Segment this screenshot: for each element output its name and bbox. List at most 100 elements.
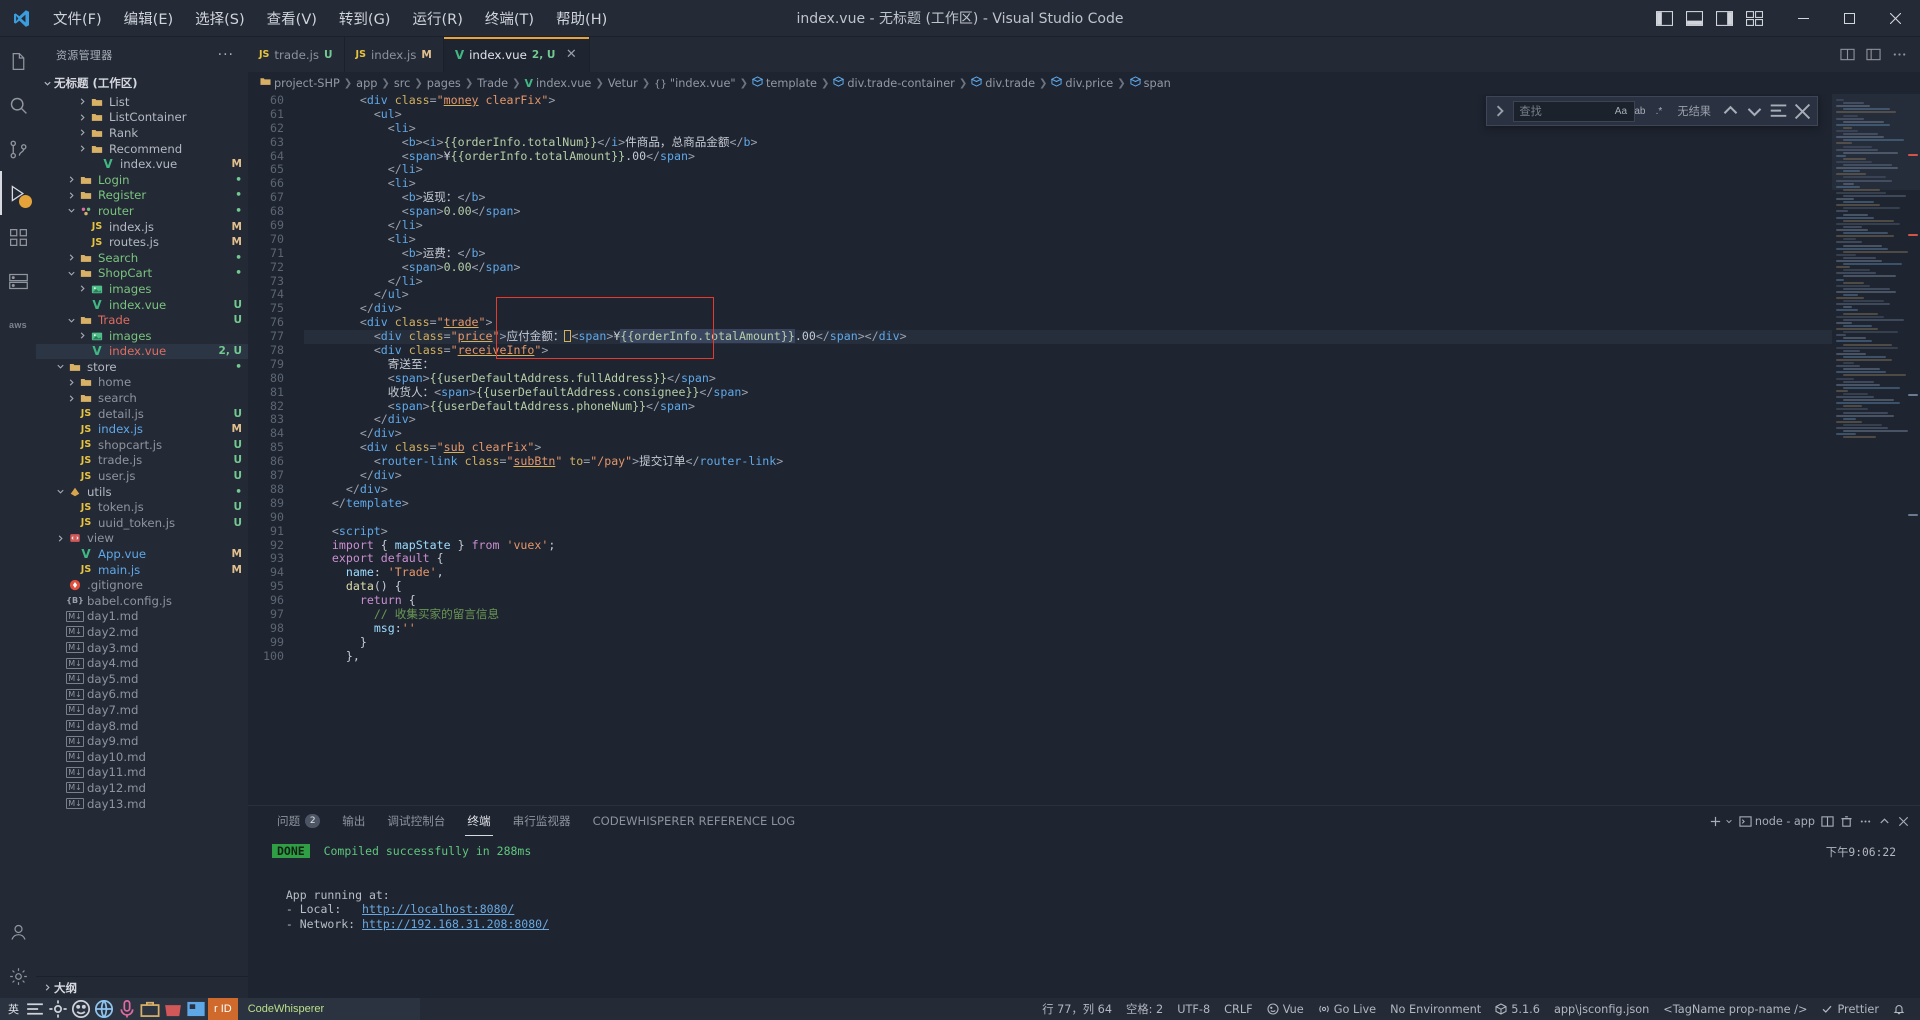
panel-tab-debug-console[interactable]: 调试控制台 <box>376 806 456 836</box>
code-line[interactable] <box>304 511 1832 525</box>
code-line[interactable]: </div> <box>304 482 1832 497</box>
chevron-right-icon[interactable] <box>64 191 78 200</box>
close-icon[interactable]: ✕ <box>564 47 578 62</box>
close-panel-icon[interactable] <box>1897 815 1910 828</box>
chevron-down-icon[interactable] <box>64 269 78 278</box>
explorer-more-icon[interactable]: ··· <box>218 47 240 63</box>
tree-file-day13-md[interactable]: M↓ day13.md <box>36 796 248 812</box>
tree-file-day4-md[interactable]: M↓ day4.md <box>36 655 248 671</box>
status-version[interactable]: 5.1.6 <box>1488 998 1547 1020</box>
tree-file-uuid_token-js[interactable]: JS uuid_token.js U <box>36 515 248 531</box>
menu-help[interactable]: 帮助(H) <box>545 4 618 33</box>
ime-toolbox-icon[interactable] <box>139 999 161 1019</box>
status-tag-name[interactable]: <TagName prop-name /> <box>1656 998 1814 1020</box>
chevron-right-icon[interactable] <box>53 534 67 543</box>
menu-edit[interactable]: 编辑(E) <box>113 4 184 33</box>
tree-file-shopcart-js[interactable]: JS shopcart.js U <box>36 437 248 453</box>
tree-file-day7-md[interactable]: M↓ day7.md <box>36 702 248 718</box>
menu-selection[interactable]: 选择(S) <box>184 4 256 33</box>
panel-tab-output[interactable]: 输出 <box>331 806 376 836</box>
code-line[interactable]: <span>{{userDefaultAddress.phoneNum}}</s… <box>304 399 1832 414</box>
terminal-selector[interactable]: node - app <box>1739 815 1815 828</box>
code-line[interactable]: </div> <box>304 301 1832 316</box>
code-line[interactable]: </div> <box>304 413 1832 427</box>
status-eol[interactable]: CRLF <box>1217 998 1260 1020</box>
menu-terminal[interactable]: 终端(T) <box>474 4 545 33</box>
tree-file-index-vue[interactable]: Vindex.vue 2, U <box>36 343 248 360</box>
match-whole-word-icon[interactable]: ab <box>1631 103 1648 120</box>
menu-view[interactable]: 查看(V) <box>256 4 328 33</box>
tree-folder-images[interactable]: images <box>36 281 248 297</box>
tree-file-day12-md[interactable]: M↓ day12.md <box>36 780 248 796</box>
outline-section[interactable]: 大纲 <box>36 976 248 998</box>
ime-panel-icon[interactable] <box>185 999 207 1019</box>
maximize-button[interactable] <box>1826 0 1872 36</box>
kill-terminal-icon[interactable] <box>1840 815 1853 828</box>
chevron-right-icon[interactable] <box>75 113 89 122</box>
tree-folder-images[interactable]: images <box>36 328 248 344</box>
code-line[interactable]: <div class="receiveInfo"> <box>304 343 1832 358</box>
activity-explorer[interactable] <box>0 39 36 83</box>
tree-folder-search[interactable]: Search • <box>36 250 248 266</box>
breadcrumb-item-divtradecontainer[interactable]: div.trade-container <box>833 76 955 90</box>
chevron-right-icon[interactable] <box>64 253 78 262</box>
status-jsconfig[interactable]: app\jsconfig.json <box>1547 998 1656 1020</box>
tree-folder-login[interactable]: Login • <box>36 172 248 188</box>
status-prettier[interactable]: Prettier <box>1814 998 1886 1020</box>
code-line[interactable]: <span>0.00</span> <box>304 260 1832 275</box>
tree-file--gitignore[interactable]: .gitignore <box>36 577 248 593</box>
panel-tab-serial-monitor[interactable]: 串行监视器 <box>502 806 582 836</box>
tree-file-main-js[interactable]: JS main.js M <box>36 562 248 578</box>
tree-file-index-js[interactable]: JS index.js M <box>36 421 248 437</box>
chevron-right-icon[interactable] <box>64 378 78 387</box>
activity-run-debug[interactable] <box>0 171 36 215</box>
code-line[interactable]: <b>运费：</b> <box>304 246 1832 261</box>
code-line[interactable]: <li> <box>304 176 1832 191</box>
code-line[interactable]: 收货人：<span>{{userDefaultAddress.consignee… <box>304 385 1832 400</box>
tree-folder-recommend[interactable]: Recommend <box>36 141 248 157</box>
ime-translate-icon[interactable] <box>93 999 115 1019</box>
tree-file-routes-js[interactable]: JS routes.js M <box>36 234 248 250</box>
ime-shop-icon[interactable] <box>162 999 184 1019</box>
breadcrumb-item-span[interactable]: span <box>1129 76 1171 90</box>
tree-folder-register[interactable]: Register • <box>36 188 248 204</box>
ime-emoji-icon[interactable] <box>70 999 92 1019</box>
activity-accounts[interactable] <box>0 910 36 954</box>
tree-file-detail-js[interactable]: JS detail.js U <box>36 406 248 422</box>
breadcrumb-item-indexvue[interactable]: {} "index.vue" <box>654 77 735 90</box>
code-line[interactable]: msg:'' <box>304 621 1832 636</box>
tree-file-index-js[interactable]: JS index.js M <box>36 219 248 235</box>
breadcrumb-item-pages[interactable]: pages <box>427 77 461 90</box>
tree-file-babel-config-js[interactable]: {B} babel.config.js <box>36 593 248 609</box>
tree-file-day9-md[interactable]: M↓ day9.md <box>36 733 248 749</box>
status-encoding[interactable]: UTF-8 <box>1170 998 1217 1020</box>
tree-folder-trade[interactable]: Trade U <box>36 312 248 328</box>
tree-folder-search[interactable]: search <box>36 390 248 406</box>
breadcrumb-item-divtrade[interactable]: div.trade <box>970 76 1035 90</box>
find-options[interactable]: Aa ab .* <box>1612 103 1667 120</box>
tree-file-day11-md[interactable]: M↓ day11.md <box>36 765 248 781</box>
breadcrumb-item-projectshp[interactable]: project-SHP <box>260 76 340 90</box>
activity-remote-explorer[interactable] <box>0 259 36 303</box>
code-line[interactable]: data() { <box>304 579 1832 594</box>
minimap[interactable] <box>1832 94 1920 805</box>
tree-folder-shopcart[interactable]: ShopCart • <box>36 266 248 282</box>
customize-layout-icon[interactable] <box>1740 5 1768 31</box>
tree-folder-store[interactable]: store • <box>36 359 248 375</box>
ime-punctuation-icon[interactable] <box>24 999 46 1019</box>
tree-file-token-js[interactable]: JS token.js U <box>36 499 248 515</box>
tree-folder-router[interactable]: router • <box>36 203 248 219</box>
status-language-mode[interactable]: Vue <box>1260 998 1311 1020</box>
breadcrumb-item-src[interactable]: src <box>394 77 411 90</box>
new-terminal-icon[interactable] <box>1709 815 1733 828</box>
code-line[interactable]: </li> <box>304 163 1832 177</box>
panel-more-icon[interactable] <box>1859 815 1872 828</box>
code-line[interactable]: import { mapState } from 'vuex'; <box>304 538 1832 553</box>
tree-folder-list[interactable]: List <box>36 94 248 110</box>
code-line[interactable]: } <box>304 635 1832 650</box>
breadcrumb-item-trade[interactable]: Trade <box>477 77 508 90</box>
panel-tab-codewhisperer-log[interactable]: CODEWHISPERER REFERENCE LOG <box>582 806 807 836</box>
chevron-right-icon[interactable] <box>75 144 89 153</box>
code-line[interactable]: name: 'Trade', <box>304 565 1832 580</box>
terminal-body[interactable]: DONE Compiled successfully in 288ms App … <box>248 836 1920 998</box>
